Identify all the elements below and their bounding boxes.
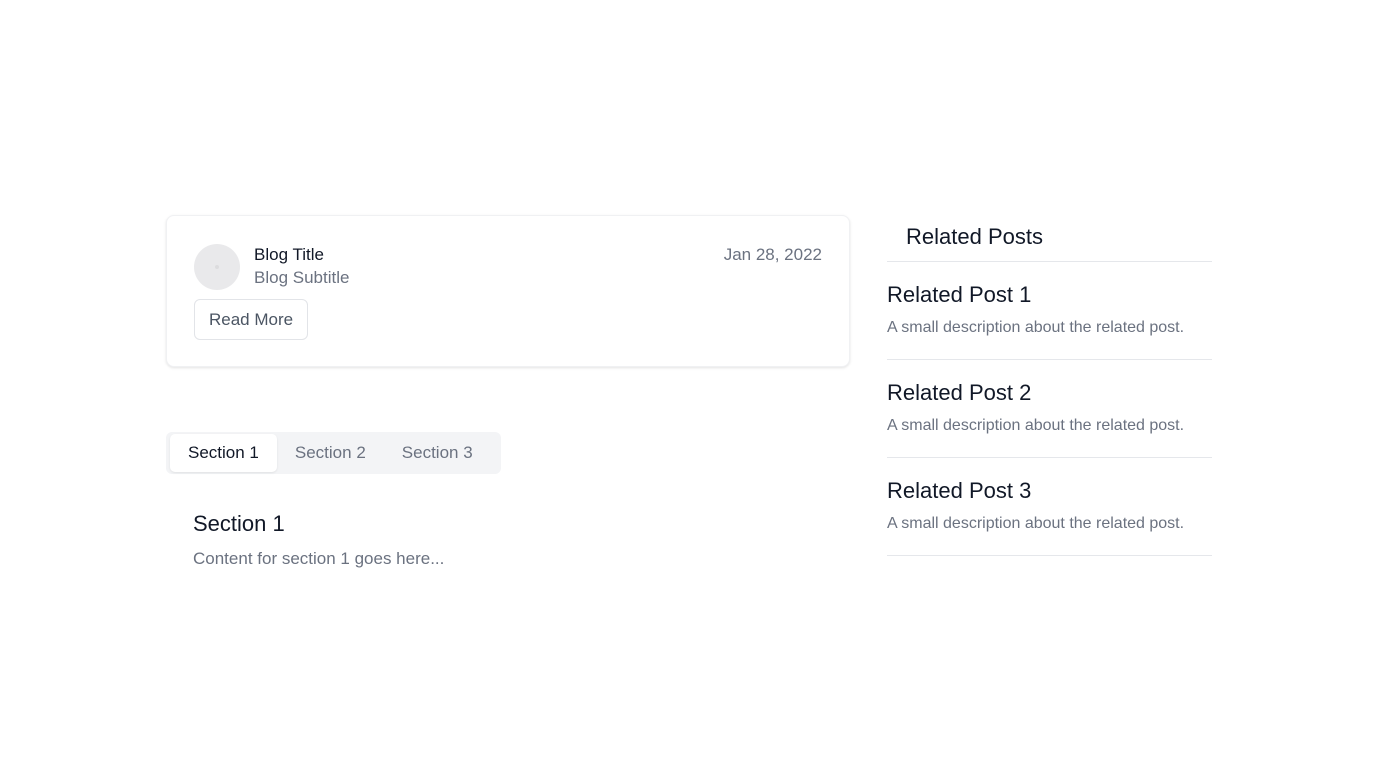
section-content: Content for section 1 goes here...: [193, 549, 445, 568]
related-post-title[interactable]: Related Post 1: [887, 281, 1212, 309]
section-tabs: Section 1 Section 2 Section 3: [166, 432, 501, 474]
related-posts: Related Posts Related Post 1 A small des…: [887, 222, 1212, 556]
tab-section-2[interactable]: Section 2: [277, 434, 384, 472]
blog-title: Blog Title: [254, 245, 324, 264]
related-post-description: A small description about the related po…: [887, 515, 1185, 532]
related-post-item: Related Post 3 A small description about…: [887, 458, 1212, 556]
related-post-title[interactable]: Related Post 2: [887, 379, 1212, 407]
blog-date: Jan 28, 2022: [723, 245, 822, 264]
avatar-placeholder-icon: [215, 265, 219, 269]
avatar: [194, 244, 240, 290]
blog-subtitle: Blog Subtitle: [254, 268, 350, 287]
section-heading: Section 1: [193, 511, 285, 536]
related-post-description: A small description about the related po…: [887, 417, 1185, 434]
related-post-item: Related Post 1 A small description about…: [887, 262, 1212, 360]
related-posts-header: Related Posts: [887, 222, 1212, 262]
related-post-description: A small description about the related po…: [887, 319, 1185, 336]
tab-section-1[interactable]: Section 1: [170, 434, 277, 472]
tab-section-3[interactable]: Section 3: [384, 434, 491, 472]
related-post-title[interactable]: Related Post 3: [887, 477, 1212, 505]
read-more-button[interactable]: Read More: [194, 299, 309, 340]
page: Blog Title Blog Subtitle Jan 28, 2022 Re…: [0, 0, 1376, 768]
related-post-item: Related Post 2 A small description about…: [887, 360, 1212, 458]
blog-card: Blog Title Blog Subtitle Jan 28, 2022 Re…: [166, 215, 850, 367]
